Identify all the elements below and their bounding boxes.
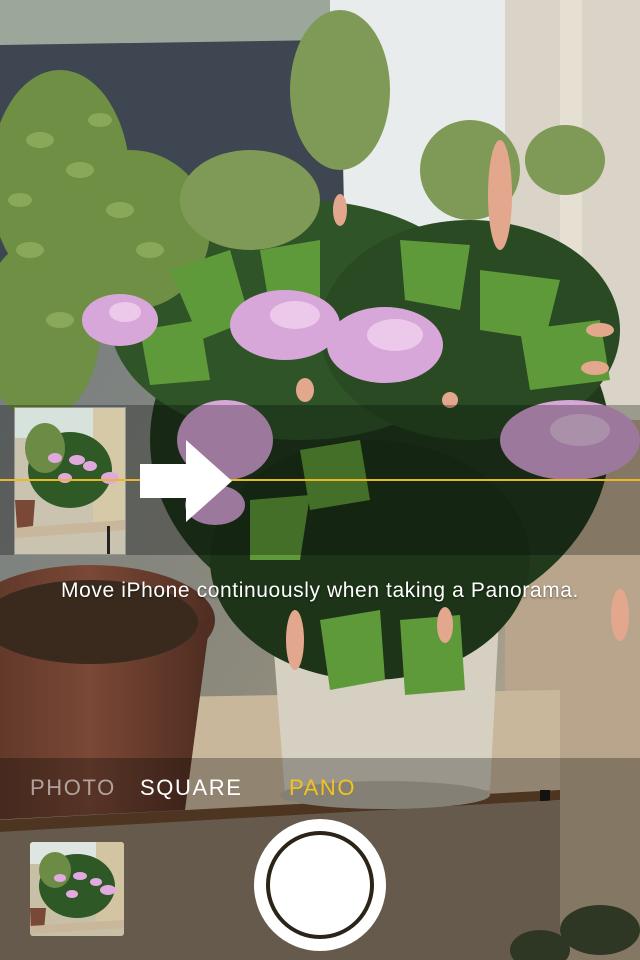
shutter-button[interactable] [254,819,386,951]
camera-mode-selector[interactable]: PHOTO SQUARE PANO [0,775,640,805]
shutter-inner-ring [266,831,374,939]
mode-photo[interactable]: PHOTO [30,775,116,801]
right-arrow-icon [140,440,232,527]
panorama-guide-line [0,479,640,481]
panorama-hint-text: Move iPhone continuously when taking a P… [61,579,579,602]
panorama-preview [14,407,126,555]
mode-pano[interactable]: PANO [289,775,356,801]
mode-square[interactable]: SQUARE [140,775,243,801]
thumbnail-image [30,842,124,936]
last-photo-thumbnail[interactable] [30,842,124,936]
panorama-preview-image [15,408,125,554]
